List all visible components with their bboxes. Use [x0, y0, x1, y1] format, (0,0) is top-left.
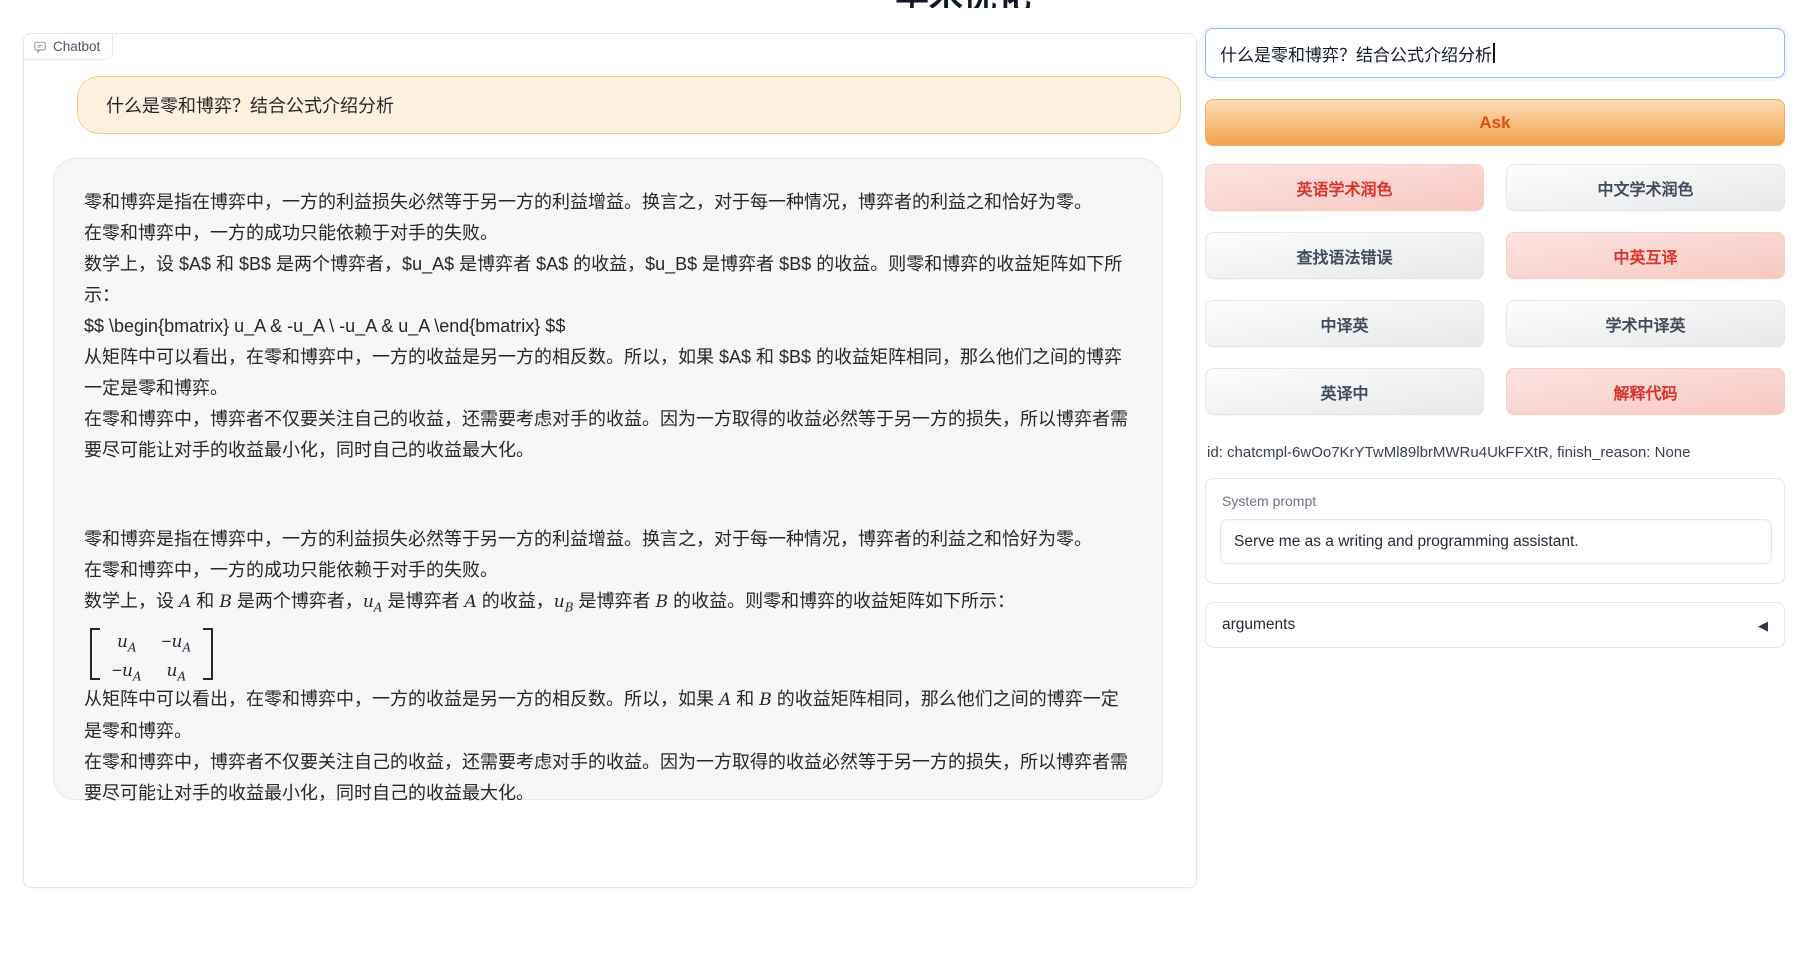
rendered-math-paragraph: 从矩阵中可以看出，在零和博弈中，一方的收益是另一方的相反数。所以，如果 A 和 …	[84, 684, 1132, 747]
raw-paragraph: 数学上，设 $A$ 和 $B$ 是两个博弈者，$u_A$ 是博弈者 $A$ 的收…	[84, 249, 1132, 311]
btn-zh-en-mutual-translate[interactable]: 中英互译	[1506, 232, 1785, 279]
text-caret	[1493, 43, 1495, 63]
raw-paragraph: 在零和博弈中，一方的成功只能依赖于对手的失败。	[84, 218, 1132, 249]
bot-message: 零和博弈是指在博弈中，一方的利益损失必然等于另一方的利益增益。换言之，对于每一种…	[53, 158, 1163, 800]
matrix-left-bracket	[90, 628, 100, 680]
btn-zh-to-en[interactable]: 中译英	[1205, 300, 1484, 347]
btn-academic-zh-to-en[interactable]: 学术中译英	[1506, 300, 1785, 347]
raw-paragraph: 零和博弈是指在博弈中，一方的利益损失必然等于另一方的利益增益。换言之，对于每一种…	[84, 187, 1132, 218]
rendered-paragraph: 零和博弈是指在博弈中，一方的利益损失必然等于另一方的利益增益。换言之，对于每一种…	[84, 524, 1132, 555]
function-button-grid: 英语学术润色 中文学术润色 查找语法错误 中英互译 中译英 学术中译英 英译中 …	[1205, 164, 1785, 415]
system-prompt-card: System prompt Serve me as a writing and …	[1205, 478, 1785, 584]
user-message-text: 什么是零和博弈？结合公式介绍分析	[106, 92, 394, 118]
btn-chinese-academic-polish[interactable]: 中文学术润色	[1506, 164, 1785, 211]
bot-raw-markdown: 零和博弈是指在博弈中，一方的利益损失必然等于另一方的利益增益。换言之，对于每一种…	[84, 187, 1132, 466]
raw-latex-formula: $$ \begin{bmatrix} u_A & -u_A \ -u_A & u…	[84, 311, 1132, 342]
status-line: id: chatcmpl-6wOo7KrYTwMl89lbrMWRu4UkFFX…	[1207, 444, 1785, 461]
btn-find-grammar-errors[interactable]: 查找语法错误	[1205, 232, 1484, 279]
chatbot-label: Chatbot	[23, 33, 113, 60]
collapse-arrow-icon: ◀	[1758, 619, 1768, 632]
question-input-value: 什么是零和博弈？结合公式介绍分析	[1220, 41, 1492, 66]
user-message: 什么是零和博弈？结合公式介绍分析	[77, 76, 1181, 134]
rendered-paragraph: 在零和博弈中，博弈者不仅要关注自己的收益，还需要考虑对手的收益。因为一方取得的收…	[84, 747, 1132, 809]
chatbot-label-text: Chatbot	[53, 39, 100, 54]
system-prompt-value: Serve me as a writing and programming as…	[1234, 533, 1579, 551]
bot-rendered-markdown: 零和博弈是指在博弈中，一方的利益损失必然等于另一方的利益增益。换言之，对于每一种…	[84, 524, 1132, 809]
arguments-accordion[interactable]: arguments ◀	[1205, 602, 1785, 648]
raw-paragraph: 从矩阵中可以看出，在零和博弈中，一方的收益是另一方的相反数。所以，如果 $A$ …	[84, 342, 1132, 404]
raw-paragraph: 在零和博弈中，博弈者不仅要关注自己的收益，还需要考虑对手的收益。因为一方取得的收…	[84, 404, 1132, 466]
chat-bubble-icon	[33, 40, 47, 54]
btn-explain-code[interactable]: 解释代码	[1506, 368, 1785, 415]
matrix-cell: −uA	[162, 630, 192, 659]
payoff-matrix: uA −uA −uA uA	[90, 628, 1132, 680]
matrix-cell: uA	[117, 630, 137, 659]
page-title: 学术优化	[895, 0, 1155, 8]
system-prompt-input[interactable]: Serve me as a writing and programming as…	[1220, 519, 1772, 564]
system-prompt-label: System prompt	[1222, 493, 1770, 509]
btn-english-academic-polish[interactable]: 英语学术润色	[1205, 164, 1484, 211]
question-input[interactable]: 什么是零和博弈？结合公式介绍分析	[1205, 28, 1785, 78]
ask-button[interactable]: Ask	[1205, 99, 1785, 146]
rendered-paragraph: 在零和博弈中，一方的成功只能依赖于对手的失败。	[84, 555, 1132, 586]
chatbot-panel: Chatbot 什么是零和博弈？结合公式介绍分析 零和博弈是指在博弈中，一方的利…	[23, 33, 1197, 888]
rendered-math-paragraph: 数学上，设 A 和 B 是两个博弈者，uA 是博弈者 A 的收益，uB 是博弈者…	[84, 586, 1132, 624]
arguments-accordion-label: arguments	[1222, 616, 1295, 634]
btn-en-to-zh[interactable]: 英译中	[1205, 368, 1484, 415]
matrix-right-bracket	[203, 628, 213, 680]
